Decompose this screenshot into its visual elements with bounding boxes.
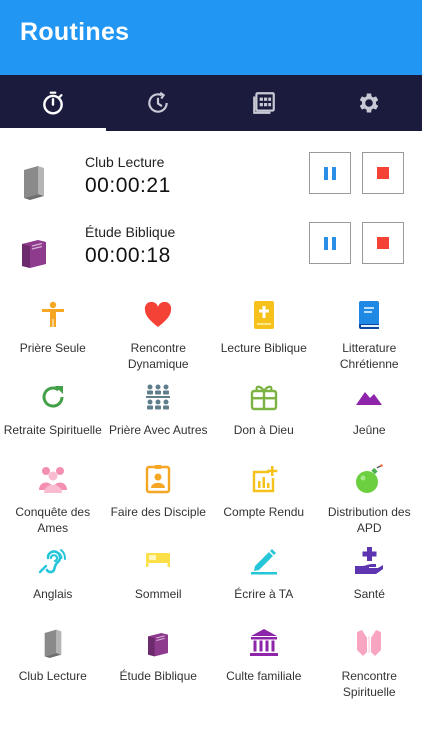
routine-culte-familiale[interactable]: Culte familiale	[211, 628, 317, 684]
routine-sommeil[interactable]: Sommeil	[106, 546, 212, 602]
history-icon	[148, 91, 168, 113]
routine-label: Conquête des Ames	[15, 505, 91, 535]
routine-lecture-biblique[interactable]: Lecture Biblique	[211, 300, 317, 356]
routine-sante[interactable]: Santé	[317, 546, 422, 602]
group-icon	[146, 384, 171, 410]
tab-calendar[interactable]	[211, 75, 317, 131]
routine-etude-biblique[interactable]: Étude Biblique	[106, 628, 212, 684]
book-purple-icon	[148, 633, 169, 657]
tab-indicator	[0, 128, 106, 131]
routine-don-a-dieu[interactable]: Don à Dieu	[211, 382, 317, 438]
tab-bar	[0, 75, 422, 131]
routine-label: Prière Avec Autres	[109, 423, 208, 437]
routine-label: Club Lecture	[18, 669, 87, 683]
book-gray-icon	[44, 629, 62, 658]
tab-timer[interactable]	[0, 75, 106, 131]
pray-icon	[357, 630, 382, 656]
routine-priere-seule[interactable]: Prière Seule	[0, 300, 106, 356]
page-title: Routines	[20, 18, 130, 46]
pause-button[interactable]	[309, 222, 351, 264]
pen-icon	[250, 549, 277, 575]
badge-icon	[146, 465, 171, 494]
routine-label: Étude Biblique	[119, 669, 197, 683]
active-timer-etude-biblique[interactable]: Étude Biblique 00:00:18	[0, 222, 422, 292]
calendar-grid-icon	[252, 92, 275, 114]
routine-rencontre-dynamique[interactable]: Rencontre Dynamique	[106, 300, 212, 372]
routine-litterature-chretienne[interactable]: Litterature Chrétienne	[317, 300, 422, 372]
routine-label: Écrire à TA	[234, 587, 294, 601]
timer-elapsed: 00:00:21	[85, 174, 171, 197]
routine-label: Prière Seule	[19, 341, 86, 355]
mountain-icon	[356, 392, 383, 405]
routine-conquete-des-ames[interactable]: Conquête des Ames	[0, 464, 106, 536]
person-icon	[41, 301, 64, 327]
routine-rencontre-spirituelle[interactable]: Rencontre Spirituelle	[317, 628, 422, 700]
timer-name: Étude Biblique	[85, 224, 176, 240]
tab-history[interactable]	[106, 75, 212, 131]
routine-label: Faire des Disciple	[110, 505, 206, 519]
chart-add-icon	[252, 466, 278, 493]
routine-faire-des-disciple[interactable]: Faire des Disciple	[106, 464, 212, 520]
book-purple-icon	[22, 240, 46, 268]
hearing-icon	[38, 549, 66, 574]
active-timer-club-lecture[interactable]: Club Lecture 00:00:21	[0, 152, 422, 222]
stop-button[interactable]	[362, 222, 404, 264]
people-icon	[38, 467, 67, 493]
temple-icon	[249, 629, 278, 656]
routine-label: Lecture Biblique	[220, 341, 307, 355]
book-blue-icon	[359, 301, 380, 329]
bible-icon	[253, 301, 274, 329]
timer-elapsed: 00:00:18	[85, 244, 171, 267]
pause-icon	[324, 236, 336, 250]
routine-priere-avec-autres[interactable]: Prière Avec Autres	[106, 382, 212, 438]
routine-label: Don à Dieu	[233, 423, 294, 437]
gift-icon	[250, 385, 277, 411]
tab-settings[interactable]	[317, 75, 422, 131]
routine-anglais[interactable]: Anglais	[0, 546, 106, 602]
routine-label: Culte familiale	[226, 669, 302, 683]
routine-label: Retraite Spirituelle	[3, 423, 102, 437]
routine-label: Sommeil	[134, 587, 182, 601]
routine-ecrire-a-ta[interactable]: Écrire à TA	[211, 546, 317, 602]
bomb-icon	[356, 464, 384, 493]
gear-icon	[360, 93, 379, 113]
routine-label: Rencontre Dynamique	[127, 341, 189, 371]
routine-label: Compte Rendu	[223, 505, 305, 519]
routine-label: Jeûne	[352, 423, 386, 437]
app-bar: Routines	[0, 0, 422, 75]
routine-label: Distribution des APD	[327, 505, 411, 535]
refresh-icon	[42, 386, 64, 408]
stop-button[interactable]	[362, 152, 404, 194]
stop-icon	[377, 167, 389, 179]
routine-compte-rendu[interactable]: Compte Rendu	[211, 464, 317, 520]
routine-jeune[interactable]: Jeûne	[317, 382, 422, 438]
bed-icon	[146, 553, 171, 567]
heart-icon	[145, 301, 172, 327]
stop-icon	[377, 237, 389, 249]
routine-retraite-spirituelle[interactable]: Retraite Spirituelle	[0, 382, 106, 438]
routine-label: Anglais	[33, 587, 73, 601]
pause-icon	[324, 166, 336, 180]
pause-button[interactable]	[309, 152, 351, 194]
health-hand-icon	[355, 547, 384, 574]
routine-label: Santé	[353, 587, 385, 601]
routine-club-lecture[interactable]: Club Lecture	[0, 628, 106, 684]
routine-label: Rencontre Spirituelle	[341, 669, 397, 699]
routine-distribution-des-apd[interactable]: Distribution des APD	[317, 464, 422, 536]
routine-label: Litterature Chrétienne	[339, 341, 399, 371]
stopwatch-icon	[42, 91, 63, 115]
book-gray-icon	[24, 166, 44, 200]
timer-name: Club Lecture	[85, 154, 165, 170]
